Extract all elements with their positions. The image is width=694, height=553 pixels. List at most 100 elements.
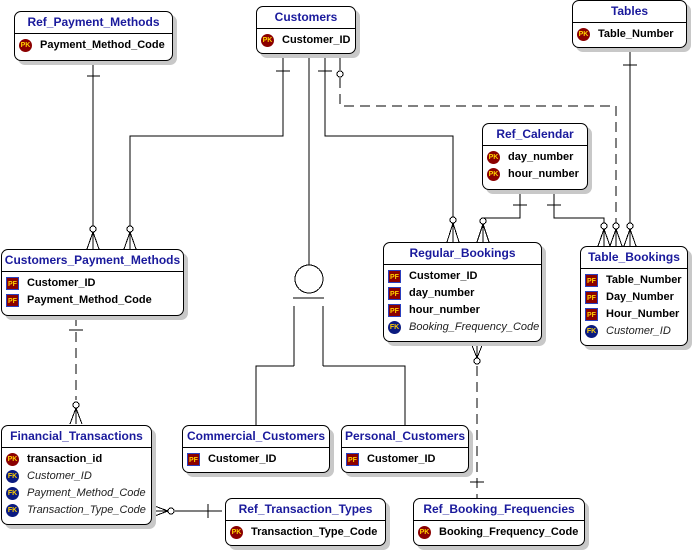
entity-title: Ref_Payment_Methods bbox=[15, 12, 172, 34]
attribute-name: Transaction_Type_Code bbox=[27, 504, 146, 516]
attribute-row[interactable]: PK Booking_Frequency_Code bbox=[418, 524, 584, 541]
attribute-name: Booking_Frequency_Code bbox=[409, 321, 540, 333]
attribute-name: day_number bbox=[409, 287, 475, 299]
foreign-key-icon: FK bbox=[6, 487, 19, 500]
attribute-row[interactable]: PF Customer_ID bbox=[388, 268, 541, 285]
entity-title: Ref_Transaction_Types bbox=[226, 499, 385, 521]
attribute-name: Table_Number bbox=[598, 28, 674, 40]
attribute-row[interactable]: FK Customer_ID bbox=[585, 323, 687, 340]
rel-customers-custpayment bbox=[123, 54, 290, 250]
entity-personal-customers[interactable]: Personal_Customers PF Customer_ID bbox=[341, 425, 469, 473]
entity-ref-calendar[interactable]: Ref_Calendar PK day_number PK hour_number bbox=[482, 123, 588, 190]
primary-foreign-key-icon: PF bbox=[585, 291, 598, 304]
attribute-row[interactable]: PF day_number bbox=[388, 285, 541, 302]
attribute-name: day_number bbox=[508, 151, 574, 163]
primary-foreign-key-icon: PF bbox=[6, 294, 19, 307]
rel-customers-subtypes bbox=[255, 54, 406, 425]
rel-calendar-tablebookings bbox=[547, 190, 611, 247]
attribute-row[interactable]: PF hour_number bbox=[388, 302, 541, 319]
entity-title: Customers bbox=[257, 7, 355, 29]
primary-key-icon: PK bbox=[261, 34, 274, 47]
primary-key-icon: PK bbox=[487, 168, 500, 181]
attribute-name: hour_number bbox=[508, 168, 579, 180]
entity-customers[interactable]: Customers PK Customer_ID bbox=[256, 6, 356, 54]
entity-financial-transactions[interactable]: Financial_Transactions PK transaction_id F… bbox=[1, 425, 152, 525]
primary-foreign-key-icon: PF bbox=[585, 308, 598, 321]
entity-ref-transaction-types[interactable]: Ref_Transaction_Types PK Transaction_Type… bbox=[225, 498, 386, 546]
entity-commercial-customers[interactable]: Commercial_Customers PF Customer_ID bbox=[182, 425, 330, 473]
primary-foreign-key-icon: PF bbox=[6, 277, 19, 290]
attribute-row[interactable]: PK Transaction_Type_Code bbox=[230, 524, 385, 541]
primary-key-icon: PK bbox=[6, 453, 19, 466]
foreign-key-icon: FK bbox=[6, 470, 19, 483]
attribute-row[interactable]: PF Customer_ID bbox=[187, 451, 329, 468]
attribute-name: Payment_Method_Code bbox=[27, 487, 146, 499]
entity-title: Ref_Calendar bbox=[483, 124, 587, 146]
attribute-list: PK transaction_id FK Customer_ID FK Payment_M… bbox=[2, 448, 151, 521]
attribute-list: PK Table_Number bbox=[573, 23, 686, 45]
entity-title: Regular_Bookings bbox=[384, 243, 541, 265]
entity-customers-payment-methods[interactable]: Customers_Payment_Methods PF Customer_ID P… bbox=[1, 249, 184, 316]
attribute-row[interactable]: PF Payment_Method_Code bbox=[6, 292, 183, 309]
attribute-list: PF Customer_ID PF day_number PF hour_number FK… bbox=[384, 265, 541, 338]
entity-ref-booking-frequencies[interactable]: Ref_Booking_Frequencies PK Booking_Freque… bbox=[413, 498, 585, 546]
entity-regular-bookings[interactable]: Regular_Bookings PF Customer_ID PF day_numb… bbox=[383, 242, 542, 342]
attribute-list: PK Payment_Method_Code bbox=[15, 34, 172, 56]
attribute-row[interactable]: PK Customer_ID bbox=[261, 32, 355, 49]
attribute-row[interactable]: PK Table_Number bbox=[577, 26, 686, 43]
rel-bookfreq-regularbookings bbox=[470, 342, 484, 498]
attribute-name: hour_number bbox=[409, 304, 480, 316]
entity-title: Financial_Transactions bbox=[2, 426, 151, 448]
primary-key-icon: PK bbox=[577, 28, 590, 41]
attribute-row[interactable]: PF Hour_Number bbox=[585, 306, 687, 323]
attribute-row[interactable]: PF Customer_ID bbox=[6, 275, 183, 292]
rel-refpayment-custpayment bbox=[86, 61, 100, 250]
attribute-row[interactable]: PF Day_Number bbox=[585, 289, 687, 306]
rel-calendar-regularbookings bbox=[476, 190, 527, 243]
attribute-name: Customer_ID bbox=[27, 470, 92, 482]
primary-key-icon: PK bbox=[487, 151, 500, 164]
primary-key-icon: PK bbox=[19, 39, 32, 52]
attribute-list: PK Transaction_Type_Code bbox=[226, 521, 385, 543]
attribute-row[interactable]: FK Transaction_Type_Code bbox=[6, 502, 151, 519]
entity-table-bookings[interactable]: Table_Bookings PF Table_Number PF Day_Numbe… bbox=[580, 246, 688, 346]
attribute-name: Customer_ID bbox=[27, 277, 96, 289]
attribute-row[interactable]: PK transaction_id bbox=[6, 451, 151, 468]
attribute-row[interactable]: PF Table_Number bbox=[585, 272, 687, 289]
attribute-name: Customer_ID bbox=[606, 325, 671, 337]
entity-tables[interactable]: Tables PK Table_Number bbox=[572, 0, 687, 48]
primary-foreign-key-icon: PF bbox=[346, 453, 359, 466]
attribute-row[interactable]: PK day_number bbox=[487, 149, 587, 166]
primary-foreign-key-icon: PF bbox=[388, 304, 401, 317]
primary-key-icon: PK bbox=[230, 526, 243, 539]
attribute-row[interactable]: FK Booking_Frequency_Code bbox=[388, 319, 541, 336]
attribute-list: PK day_number PK hour_number bbox=[483, 146, 587, 185]
rel-tables-tablebookings bbox=[623, 48, 637, 247]
primary-foreign-key-icon: PF bbox=[388, 270, 401, 283]
attribute-name: Table_Number bbox=[606, 274, 682, 286]
entity-ref-payment-methods[interactable]: Ref_Payment_Methods PK Payment_Method_Cod… bbox=[14, 11, 173, 61]
attribute-row[interactable]: PK Payment_Method_Code bbox=[19, 37, 172, 54]
entity-title: Table_Bookings bbox=[581, 247, 687, 269]
attribute-row[interactable]: FK Payment_Method_Code bbox=[6, 485, 151, 502]
attribute-name: Booking_Frequency_Code bbox=[439, 526, 579, 538]
attribute-name: Day_Number bbox=[606, 291, 674, 303]
rel-customers-regularbookings bbox=[318, 54, 460, 243]
attribute-row[interactable]: PF Customer_ID bbox=[346, 451, 468, 468]
attribute-list: PF Table_Number PF Day_Number PF Hour_Number F… bbox=[581, 269, 687, 342]
attribute-name: Customer_ID bbox=[409, 270, 478, 282]
rel-transtypes-fintransactions bbox=[151, 504, 222, 518]
attribute-row[interactable]: PK hour_number bbox=[487, 166, 587, 183]
primary-foreign-key-icon: PF bbox=[187, 453, 200, 466]
entity-title: Personal_Customers bbox=[342, 426, 468, 448]
rel-custpayment-fintransactions bbox=[69, 316, 83, 425]
attribute-row[interactable]: FK Customer_ID bbox=[6, 468, 151, 485]
attribute-name: Customer_ID bbox=[282, 34, 351, 46]
entity-title: Commercial_Customers bbox=[183, 426, 329, 448]
foreign-key-icon: FK bbox=[585, 325, 598, 338]
attribute-list: PF Customer_ID bbox=[342, 448, 468, 470]
attribute-name: Customer_ID bbox=[208, 453, 277, 465]
attribute-list: PF Customer_ID bbox=[183, 448, 329, 470]
primary-foreign-key-icon: PF bbox=[585, 274, 598, 287]
primary-key-icon: PK bbox=[418, 526, 431, 539]
